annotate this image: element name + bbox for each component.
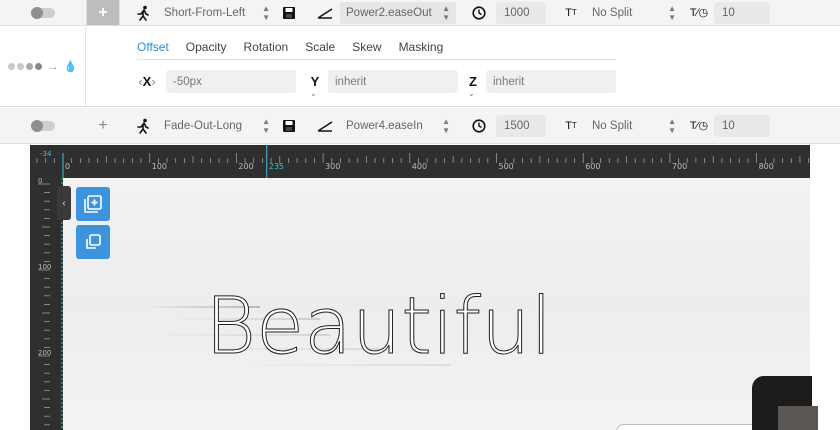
ruler-label: 235 (269, 162, 284, 171)
easing-value: Power4.easeIn (346, 119, 423, 132)
tab-opacity[interactable]: Opacity (186, 40, 227, 54)
x-axis-icon: ‹X› (138, 74, 156, 89)
running-man-icon (134, 4, 152, 22)
running-man-icon (134, 117, 152, 135)
tab-offset[interactable]: Offset (137, 40, 169, 54)
ruler-label: 200 (238, 162, 253, 171)
ruler-label: 700 (672, 162, 687, 171)
tab-rotation[interactable]: Rotation (243, 40, 288, 54)
device-mockup-edge (616, 424, 756, 430)
layer-toggle-switch[interactable] (31, 6, 55, 19)
tab-masking[interactable]: Masking (399, 40, 444, 54)
ruler-label: 400 (412, 162, 427, 171)
layer-visibility-cell (0, 0, 86, 25)
animation-preset-value: Fade-Out-Long (164, 119, 242, 132)
ruler-label: 500 (499, 162, 514, 171)
layer-row-1: + Short-From-Left ▲ ▼ Power2.easeOut ▲ ▼ 100… (0, 0, 840, 26)
add-layer-button[interactable] (76, 187, 110, 221)
easing-curve-icon (316, 4, 334, 22)
animation-preset-select[interactable]: Fade-Out-Long ▲ ▼ (158, 115, 276, 137)
easing-select[interactable]: Power4.easeIn ▲ ▼ (340, 115, 456, 137)
split-delay-input[interactable]: 10 (714, 114, 770, 137)
animation-preset-select[interactable]: Short-From-Left ▲ ▼ (158, 2, 276, 24)
motion-indicator-cell: → 💧 (0, 27, 86, 106)
stage-headline-text[interactable]: Beautiful (204, 288, 552, 367)
duplicate-layer-button[interactable] (76, 225, 110, 259)
offset-x-input[interactable]: -50px (166, 70, 296, 93)
device-mockup (752, 376, 818, 430)
chevron-updown-icon: ▲ ▼ (668, 116, 676, 135)
split-delay-input[interactable]: 10 (714, 1, 770, 24)
device-screen (778, 406, 818, 430)
split-value: No Split (592, 6, 633, 19)
duration-input[interactable]: 1000 (496, 1, 546, 24)
horizontal-ruler-ticks: -34 0 100 200 235 300 400 500 600 700 800 (36, 145, 810, 178)
ruler-label: 200 (38, 349, 51, 357)
layer-row-2: + Fade-Out-Long ▲ ▼ Power4.easeIn ▲ ▼ 1500 T… (0, 108, 840, 144)
split-delay-icon: T⁄◷ (689, 7, 709, 19)
split-select[interactable]: No Split ▲ ▼ (586, 2, 682, 24)
ruler-label: 0 (65, 162, 70, 171)
z-axis-icon: Z ⌄ (468, 74, 477, 98)
ruler-label: 0 (38, 178, 42, 185)
text-split-icon: TT (565, 119, 577, 132)
save-icon[interactable] (280, 117, 298, 135)
layer-visibility-cell (0, 108, 86, 143)
duration-input[interactable]: 1500 (496, 114, 546, 137)
offset-z-input[interactable]: inherit (486, 70, 616, 93)
animation-preset-value: Short-From-Left (164, 6, 246, 19)
chevron-updown-icon: ▲ ▼ (442, 116, 450, 135)
collapse-toolbar-button[interactable]: ‹ (57, 186, 71, 220)
chevron-updown-icon: ▲ ▼ (442, 3, 450, 22)
animation-detail-panel: → 💧 Offset Opacity Rotation Scale Skew M… (0, 27, 840, 107)
easing-value: Power2.easeOut (346, 6, 432, 19)
easing-curve-icon (316, 117, 334, 135)
add-animation-button[interactable]: + (86, 0, 120, 25)
ruler-label: 800 (759, 162, 774, 171)
layer-toggle-switch[interactable] (31, 119, 55, 132)
chevron-updown-icon: ▲ ▼ (262, 116, 270, 135)
split-select[interactable]: No Split ▲ ▼ (586, 115, 682, 137)
transform-tabs: Offset Opacity Rotation Scale Skew Maski… (137, 40, 443, 54)
offset-y-input[interactable]: inherit (328, 70, 458, 93)
motion-dots-icon: → 💧 (7, 60, 77, 73)
ruler-label: 100 (38, 263, 51, 271)
ruler-corner-label: -34 (40, 150, 52, 158)
text-split-icon: TT (565, 6, 577, 19)
tabs-divider (137, 59, 617, 60)
y-axis-icon: Y ⌄ (310, 74, 320, 98)
chevron-updown-icon: ▲ ▼ (262, 3, 270, 22)
tab-skew[interactable]: Skew (352, 40, 381, 54)
save-icon[interactable] (280, 4, 298, 22)
animation-select-group: Short-From-Left ▲ ▼ (134, 2, 276, 24)
duplicate-icon (86, 234, 101, 249)
add-animation-button[interactable]: + (86, 108, 120, 143)
clock-icon (470, 4, 488, 22)
add-layer-icon (84, 195, 102, 213)
chevron-updown-icon: ▲ ▼ (668, 3, 676, 22)
easing-select[interactable]: Power2.easeOut ▲ ▼ (340, 1, 456, 24)
animation-select-group: Fade-Out-Long ▲ ▼ (134, 115, 276, 137)
stage-right-margin (810, 145, 840, 430)
clock-icon (470, 117, 488, 135)
offset-y-group: Y ⌄ inherit (302, 70, 458, 98)
ruler-label: 600 (585, 162, 600, 171)
offset-x-group: ‹X› -50px (134, 70, 296, 93)
split-value: No Split (592, 119, 633, 132)
split-delay-icon: T⁄◷ (689, 120, 709, 132)
ruler-label: 300 (325, 162, 340, 171)
horizontal-ruler[interactable]: -34 0 100 200 235 300 400 500 600 700 800 (30, 145, 810, 178)
tab-scale[interactable]: Scale (305, 40, 335, 54)
offset-z-group: Z ⌄ inherit (460, 70, 616, 98)
ruler-label: 100 (152, 162, 167, 171)
